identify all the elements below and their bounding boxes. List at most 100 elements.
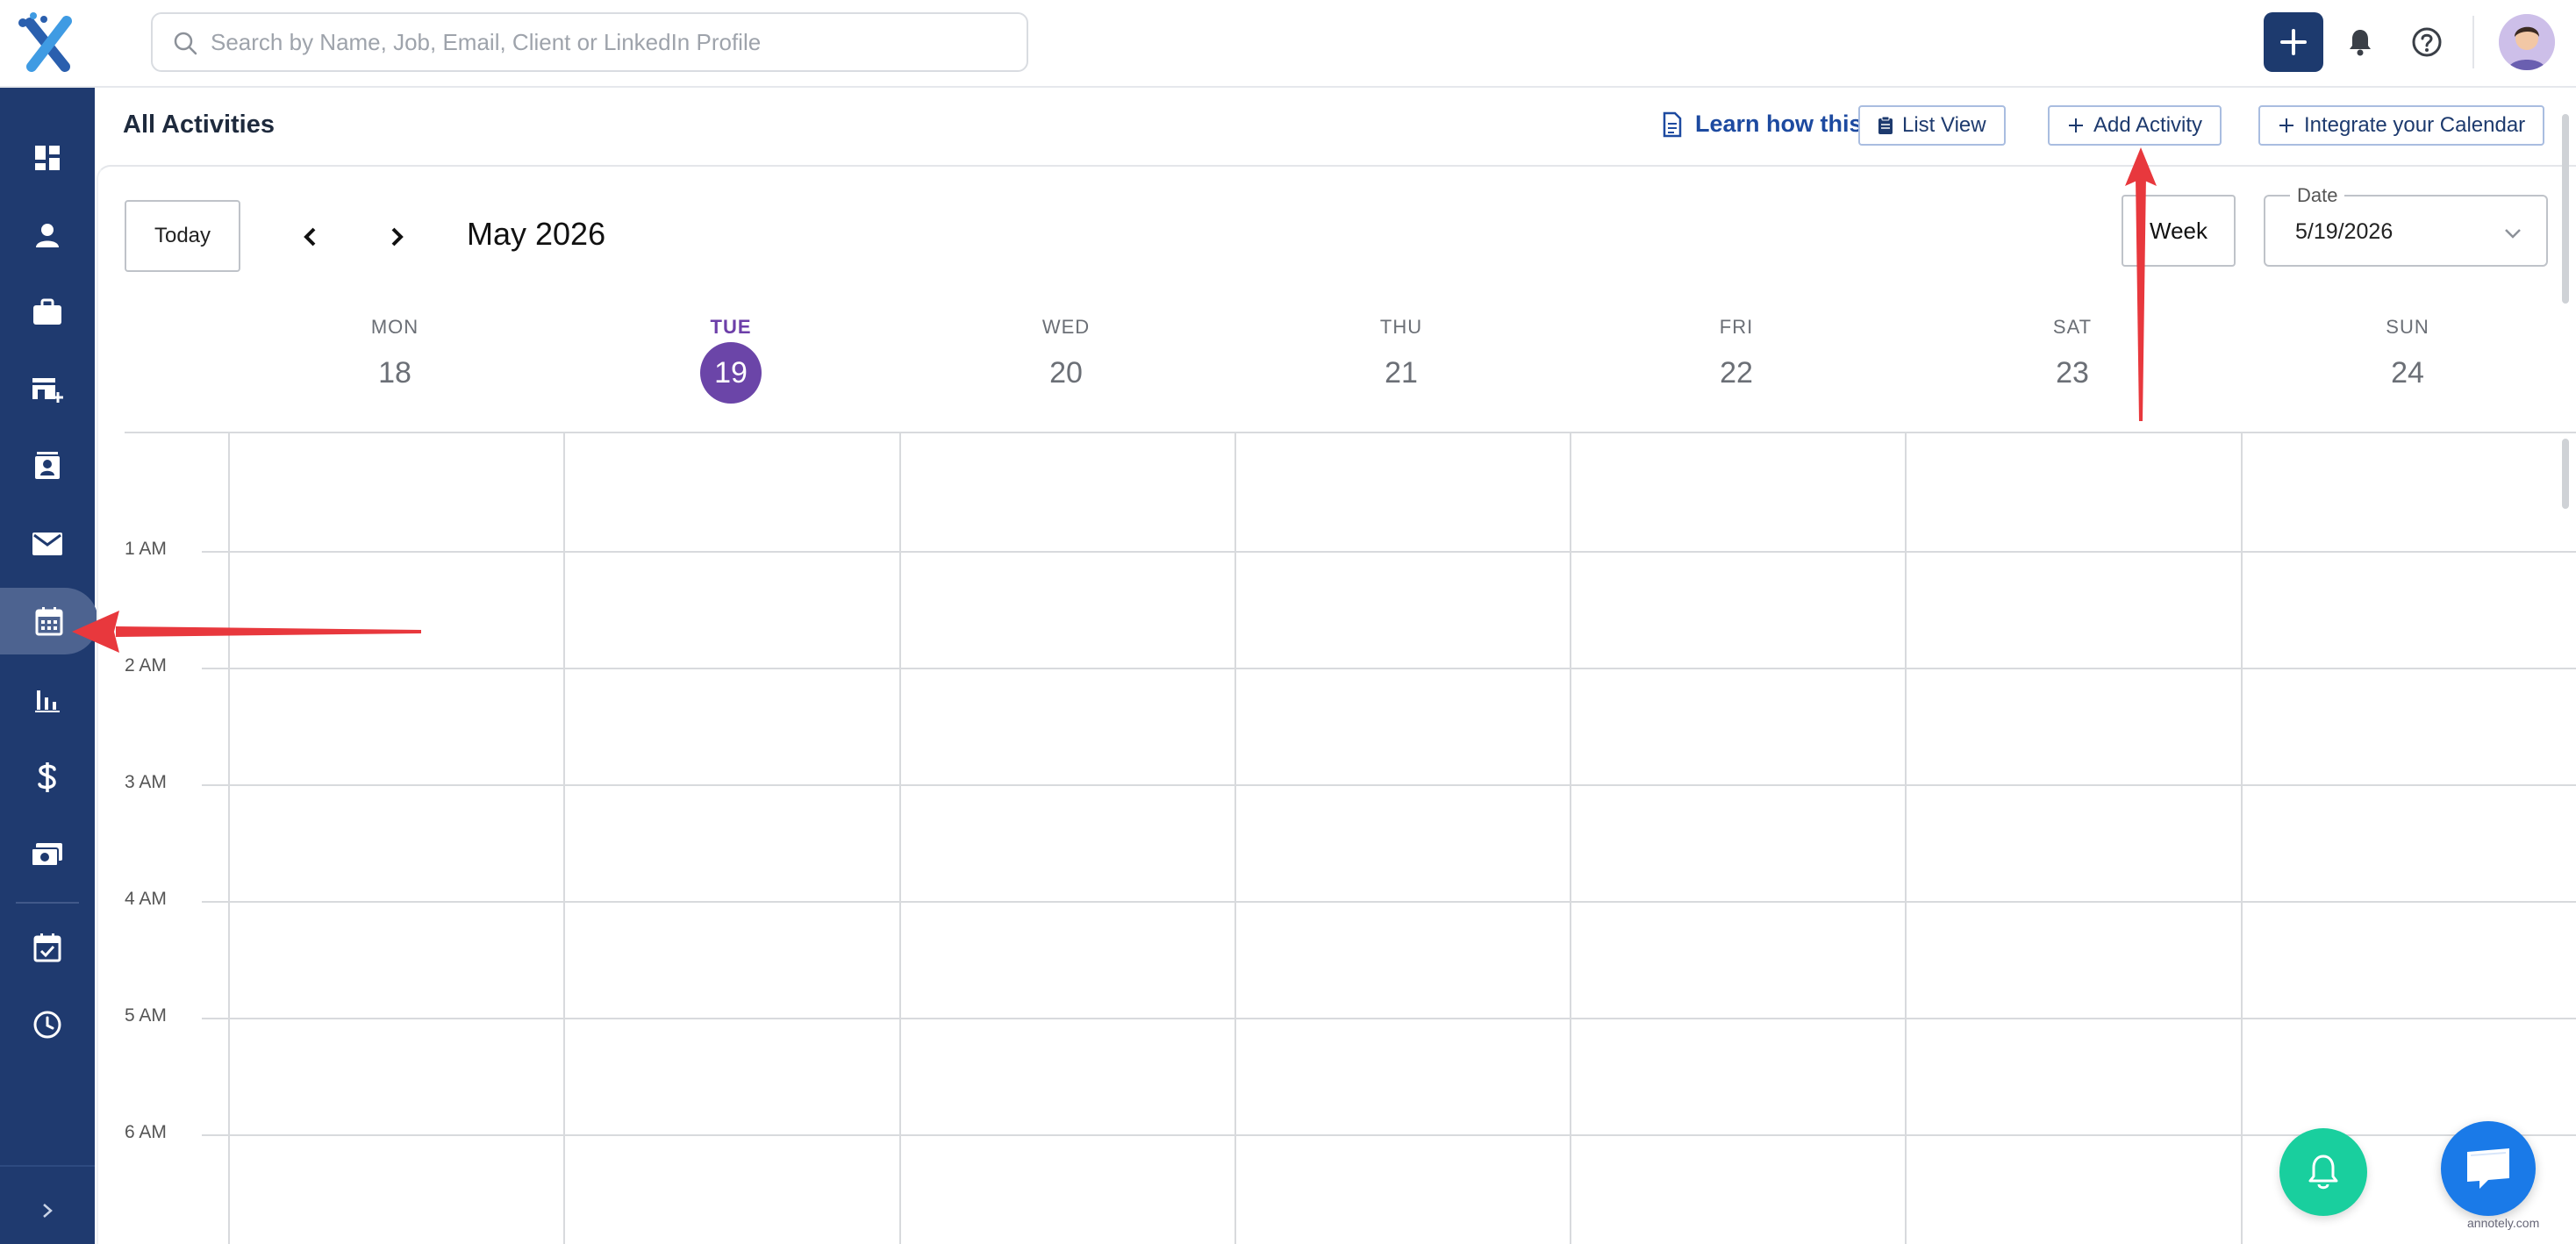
chat-bubble-icon bbox=[2467, 1148, 2509, 1189]
notifications-button[interactable] bbox=[2343, 25, 2378, 60]
chevron-right-icon bbox=[391, 227, 404, 247]
contact-card-icon bbox=[35, 452, 60, 479]
day-name: MON bbox=[370, 316, 419, 338]
sidebar-item-dashboard[interactable] bbox=[0, 125, 95, 191]
dollar-icon bbox=[38, 762, 56, 792]
sidebar bbox=[0, 88, 98, 1244]
help-button[interactable] bbox=[2409, 25, 2444, 60]
topbar-divider bbox=[2472, 16, 2474, 68]
date-picker[interactable]: Date 5/19/2026 bbox=[2264, 184, 2548, 267]
bell-icon bbox=[2350, 30, 2371, 56]
chat-fab[interactable] bbox=[2441, 1121, 2536, 1216]
top-bar bbox=[0, 0, 2576, 88]
page-title: All Activities bbox=[123, 111, 275, 139]
day-name: WED bbox=[1041, 316, 1091, 338]
calendar-icon bbox=[35, 607, 63, 636]
watermark: annotely.com bbox=[2467, 1216, 2540, 1230]
sidebar-item-reports[interactable] bbox=[0, 667, 95, 733]
sidebar-item-invoices[interactable] bbox=[0, 821, 95, 888]
sidebar-item-contacts[interactable] bbox=[0, 433, 95, 500]
column-divider bbox=[1570, 433, 1571, 1244]
sidebar-item-time[interactable] bbox=[0, 991, 95, 1058]
document-icon bbox=[1663, 111, 1682, 137]
chevron-left-icon bbox=[304, 227, 316, 247]
day-number: 22 bbox=[1720, 356, 1753, 390]
day-name: SUN bbox=[2386, 316, 2429, 338]
briefcase-icon bbox=[33, 298, 61, 325]
plus-icon bbox=[2279, 118, 2293, 132]
search-input[interactable] bbox=[211, 21, 1000, 63]
reminders-fab[interactable] bbox=[2279, 1128, 2367, 1216]
view-selector-button[interactable]: Week bbox=[2122, 195, 2236, 267]
chevron-down-icon bbox=[2505, 229, 2521, 239]
time-label: 4 AM bbox=[125, 889, 167, 909]
month-label: May 2026 bbox=[467, 216, 606, 252]
day-number: 21 bbox=[1385, 356, 1418, 390]
column-divider bbox=[1905, 433, 1907, 1244]
sidebar-item-tasks[interactable] bbox=[0, 914, 95, 981]
sidebar-bottom-divider bbox=[0, 1165, 95, 1167]
time-label: 6 AM bbox=[125, 1122, 167, 1142]
day-name: TUE bbox=[710, 316, 752, 338]
day-number: 23 bbox=[2056, 356, 2089, 390]
day-header-wed[interactable]: WED 20 bbox=[978, 316, 1154, 395]
sidebar-item-email[interactable] bbox=[0, 511, 95, 577]
sidebar-item-companies[interactable] bbox=[0, 356, 95, 423]
hour-line bbox=[202, 784, 2576, 786]
day-name: FRI bbox=[1719, 316, 1754, 338]
today-button[interactable]: Today bbox=[125, 200, 240, 272]
day-number: 20 bbox=[1049, 356, 1083, 390]
integrate-calendar-button[interactable]: Integrate your Calendar bbox=[2258, 105, 2545, 146]
page-scrollbar[interactable] bbox=[2562, 114, 2569, 304]
prev-week-button[interactable] bbox=[293, 219, 328, 254]
reports-icon bbox=[35, 690, 60, 712]
avatar[interactable] bbox=[2499, 14, 2555, 70]
day-header-mon[interactable]: MON 18 bbox=[307, 316, 483, 395]
day-number: 18 bbox=[378, 356, 411, 390]
sidebar-item-billing[interactable] bbox=[0, 744, 95, 811]
plus-icon bbox=[2280, 29, 2307, 55]
next-week-button[interactable] bbox=[379, 219, 414, 254]
plus-icon bbox=[2069, 118, 2083, 132]
hour-line bbox=[202, 1134, 2576, 1136]
column-divider bbox=[563, 433, 565, 1244]
day-number: 24 bbox=[2391, 356, 2424, 390]
bell-icon bbox=[2308, 1155, 2338, 1190]
time-label: 2 AM bbox=[125, 655, 167, 676]
app-logo[interactable] bbox=[12, 11, 82, 77]
grid-scrollbar[interactable] bbox=[2562, 439, 2569, 509]
hour-line bbox=[202, 668, 2576, 669]
time-grid[interactable]: 1 AM 2 AM 3 AM 4 AM 5 AM 6 AM bbox=[125, 433, 2576, 1244]
sidebar-item-jobs[interactable] bbox=[0, 279, 95, 346]
billing-icon bbox=[31, 843, 62, 867]
search-box[interactable] bbox=[151, 12, 1028, 72]
add-activity-button[interactable]: Add Activity bbox=[2048, 105, 2222, 146]
sidebar-divider bbox=[16, 902, 79, 904]
sidebar-item-candidates[interactable] bbox=[0, 202, 95, 268]
column-divider bbox=[1234, 433, 1236, 1244]
hour-line bbox=[202, 551, 2576, 553]
date-picker-value: 5/19/2026 bbox=[2295, 219, 2394, 244]
clock-icon bbox=[33, 1011, 61, 1039]
day-header-tue[interactable]: TUE 19 bbox=[643, 316, 819, 404]
integrate-calendar-label: Integrate your Calendar bbox=[2304, 113, 2526, 137]
column-divider bbox=[228, 433, 230, 1244]
person-icon bbox=[36, 224, 59, 247]
dashboard-icon bbox=[35, 146, 60, 170]
quick-add-button[interactable] bbox=[2264, 12, 2323, 72]
day-header-sun[interactable]: SUN 24 bbox=[2320, 316, 2495, 395]
hour-line bbox=[202, 901, 2576, 903]
list-view-label: List View bbox=[1902, 113, 1986, 137]
day-header-sat[interactable]: SAT 23 bbox=[1985, 316, 2160, 395]
sidebar-item-calendar[interactable] bbox=[0, 588, 98, 654]
mail-icon bbox=[32, 533, 62, 555]
day-name: SAT bbox=[2052, 316, 2093, 338]
day-header-fri[interactable]: FRI 22 bbox=[1649, 316, 1824, 395]
day-name: THU bbox=[1379, 316, 1423, 338]
time-label: 1 AM bbox=[125, 539, 167, 559]
day-header-thu[interactable]: THU 21 bbox=[1313, 316, 1489, 395]
search-icon bbox=[174, 32, 197, 55]
list-view-button[interactable]: List View bbox=[1858, 105, 2006, 146]
sidebar-expand-button[interactable] bbox=[0, 1177, 95, 1244]
time-label: 3 AM bbox=[125, 772, 167, 792]
